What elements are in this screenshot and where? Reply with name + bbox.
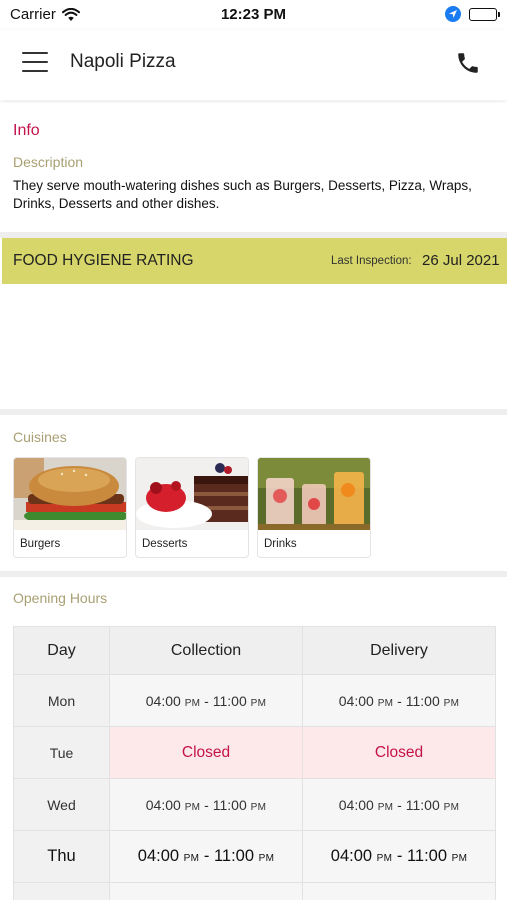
table-row-partial xyxy=(13,882,496,900)
opening-hours-table: Day Collection Delivery Mon 04:00 PM - 1… xyxy=(13,626,496,900)
day-cell: Thu xyxy=(13,830,110,883)
description-text: They serve mouth-watering dishes such as… xyxy=(13,178,472,211)
battery-icon xyxy=(469,7,500,21)
cuisine-label: Burgers xyxy=(20,538,61,550)
clock: 12:23 PM xyxy=(220,6,287,23)
column-header: Day xyxy=(13,626,110,675)
cuisine-card-drinks[interactable]: Drinks xyxy=(257,457,371,558)
description-label: Description xyxy=(13,154,84,170)
collection-hours-cell: 04:00 PM - 11:00 PM xyxy=(109,674,303,727)
page-title: Napoli Pizza xyxy=(70,51,176,72)
opening-hours-heading: Opening Hours xyxy=(13,590,108,606)
phone-icon[interactable] xyxy=(455,50,481,76)
delivery-hours-cell: 04:00 PM - 11:00 PM xyxy=(302,778,496,831)
day-cell: Wed xyxy=(13,778,110,831)
hamburger-menu-icon[interactable] xyxy=(22,52,48,74)
info-section: Info Description They serve mouth-wateri… xyxy=(0,103,507,233)
burger-image xyxy=(14,458,126,530)
dessert-image xyxy=(136,458,248,530)
info-heading: Info xyxy=(13,122,40,139)
location-arrow-icon xyxy=(445,6,461,22)
hygiene-rating-banner: FOOD HYGIENE RATING Last Inspection: 26 … xyxy=(2,238,507,284)
collection-hours-cell: 04:00 PM - 11:00 PM xyxy=(109,830,303,883)
table-row: Mon 04:00 PM - 11:00 PM 04:00 PM - 11:00… xyxy=(13,674,496,727)
cuisine-card-desserts[interactable]: Desserts xyxy=(135,457,249,558)
status-icons xyxy=(445,6,500,22)
cuisine-label: Drinks xyxy=(264,538,297,550)
hygiene-title: FOOD HYGIENE RATING xyxy=(13,252,194,269)
collection-closed-cell: Closed xyxy=(109,726,303,779)
cuisines-heading: Cuisines xyxy=(13,429,67,445)
last-inspection-date: 26 Jul 2021 xyxy=(422,252,500,269)
divider xyxy=(0,571,507,577)
column-header: Collection xyxy=(109,626,303,675)
last-inspection-label: Last Inspection: xyxy=(331,255,412,267)
table-row: Thu 04:00 PM - 11:00 PM 04:00 PM - 11:00… xyxy=(13,830,496,883)
table-row: Tue Closed Closed xyxy=(13,726,496,779)
table-header-row: Day Collection Delivery xyxy=(13,626,496,675)
cuisine-card-burgers[interactable]: Burgers xyxy=(13,457,127,558)
drinks-image xyxy=(258,458,370,530)
day-cell: Tue xyxy=(13,726,110,779)
status-bar: Carrier 12:23 PM xyxy=(0,0,507,30)
delivery-hours-cell: 04:00 PM - 11:00 PM xyxy=(302,830,496,883)
app-header: Napoli Pizza xyxy=(0,30,507,100)
delivery-closed-cell: Closed xyxy=(302,726,496,779)
collection-hours-cell: 04:00 PM - 11:00 PM xyxy=(109,778,303,831)
table-row: Wed 04:00 PM - 11:00 PM 04:00 PM - 11:00… xyxy=(13,778,496,831)
delivery-hours-cell: 04:00 PM - 11:00 PM xyxy=(302,674,496,727)
cuisine-label: Desserts xyxy=(142,538,188,550)
divider xyxy=(0,409,507,415)
column-header: Delivery xyxy=(302,626,496,675)
day-cell: Mon xyxy=(13,674,110,727)
